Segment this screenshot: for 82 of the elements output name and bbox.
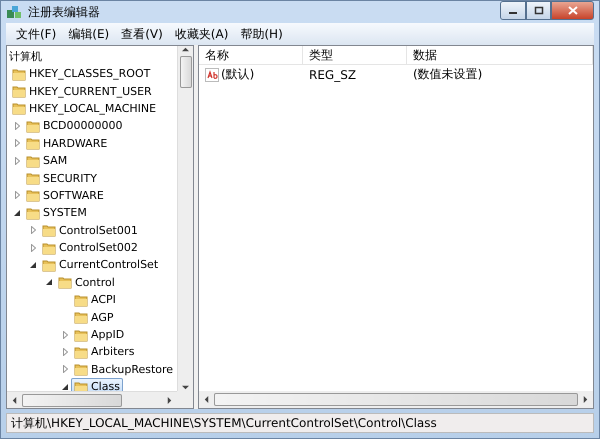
- scroll-thumb[interactable]: [180, 56, 192, 88]
- folder-icon: [26, 118, 40, 133]
- horizontal-scrollbar[interactable]: [7, 391, 177, 408]
- table-cell-text: (数值未设置): [412, 66, 484, 83]
- tree-item[interactable]: HKEY_CURRENT_USER: [9, 82, 155, 100]
- tree-item[interactable]: BackupRestore: [71, 360, 176, 378]
- folder-icon: [26, 206, 40, 220]
- tree-item[interactable]: HARDWARE: [23, 134, 110, 152]
- expand-arrow-icon[interactable]: [62, 330, 68, 339]
- expand-arrow-icon[interactable]: [14, 191, 20, 200]
- folder-icon: [74, 292, 88, 307]
- horizontal-scrollbar[interactable]: [199, 391, 593, 408]
- vertical-scrollbar[interactable]: [177, 46, 193, 391]
- string-value-icon: [205, 68, 219, 82]
- folder-icon: [74, 310, 88, 324]
- folder-icon: [74, 344, 88, 359]
- tree-item[interactable]: Arbiters: [71, 343, 138, 360]
- folder-icon: [42, 258, 56, 272]
- collapse-arrow-icon[interactable]: [62, 384, 68, 390]
- tree-item[interactable]: SECURITY: [23, 170, 100, 187]
- expand-arrow-icon[interactable]: [62, 348, 68, 356]
- window-title: 注册表编辑器: [28, 4, 101, 20]
- tree-root-label[interactable]: 计算机: [7, 48, 177, 65]
- scroll-thumb[interactable]: [22, 394, 122, 406]
- collapse-arrow-icon[interactable]: [14, 210, 20, 216]
- collapse-arrow-icon[interactable]: [30, 262, 36, 268]
- folder-icon: [58, 275, 72, 290]
- table-cell-text: REG_SZ: [308, 68, 358, 82]
- expand-arrow-icon[interactable]: [62, 365, 68, 374]
- column-header[interactable]: 名称: [199, 46, 303, 64]
- scroll-left-icon[interactable]: [11, 396, 18, 404]
- tree-item[interactable]: SYSTEM: [23, 204, 90, 222]
- scroll-thumb[interactable]: [214, 393, 578, 406]
- expand-arrow-icon[interactable]: [14, 122, 20, 130]
- folder-icon: [12, 84, 26, 98]
- maximize-button[interactable]: [526, 1, 551, 20]
- tree-item[interactable]: Control: [55, 274, 118, 291]
- status-bar: 计算机\HKEY_LOCAL_MACHINE\SYSTEM\CurrentControlSet\Control\Class: [6, 413, 594, 433]
- tree-item[interactable]: HKEY_LOCAL_MACHINE: [9, 100, 160, 117]
- menu-item[interactable]: 文件(F): [10, 26, 62, 42]
- collapse-arrow-icon[interactable]: [46, 279, 52, 286]
- minimize-button[interactable]: [500, 1, 526, 20]
- menu-item[interactable]: 查看(V): [115, 26, 169, 42]
- folder-icon: [26, 171, 40, 186]
- close-icon: [568, 6, 578, 15]
- folder-icon: [74, 380, 88, 391]
- menu-item[interactable]: 编辑(E): [62, 26, 116, 42]
- folder-icon: [26, 136, 40, 150]
- folder-icon: [26, 188, 40, 202]
- table-cell: (默认): [221, 66, 254, 83]
- folder-icon: [42, 223, 56, 238]
- folder-icon: [12, 66, 26, 81]
- scroll-right-icon[interactable]: [166, 396, 173, 404]
- tree-item[interactable]: BCD00000000: [23, 117, 126, 134]
- folder-icon: [26, 154, 40, 168]
- expand-arrow-icon[interactable]: [30, 226, 36, 234]
- close-button[interactable]: [551, 1, 594, 20]
- tree-item[interactable]: SAM: [23, 152, 70, 170]
- folder-icon: [74, 328, 88, 342]
- folder-icon: [74, 362, 88, 376]
- menu-item[interactable]: 帮助(H): [234, 26, 289, 42]
- expand-arrow-icon[interactable]: [14, 139, 20, 148]
- scroll-left-icon[interactable]: [203, 396, 210, 403]
- registry-app-icon: [6, 4, 22, 20]
- expand-arrow-icon[interactable]: [14, 156, 20, 165]
- column-header[interactable]: 类型: [303, 46, 407, 64]
- menu-item[interactable]: 收藏夹(A): [168, 26, 234, 42]
- maximize-icon: [534, 6, 544, 15]
- scroll-right-icon[interactable]: [582, 396, 589, 403]
- expand-arrow-icon[interactable]: [30, 244, 36, 252]
- tree-item[interactable]: CurrentControlSet: [39, 256, 162, 274]
- tree-item[interactable]: ControlSet002: [39, 239, 141, 256]
- tree-item[interactable]: ControlSet001: [39, 222, 141, 239]
- tree-item[interactable]: AppID: [71, 326, 128, 344]
- column-header[interactable]: 数据: [407, 46, 593, 64]
- tree-item[interactable]: HKEY_CLASSES_ROOT: [9, 65, 154, 82]
- tree-item[interactable]: AGP: [71, 308, 116, 326]
- folder-icon: [12, 101, 26, 116]
- tree-item[interactable]: ACPI: [71, 291, 119, 308]
- tree-item[interactable]: SOFTWARE: [23, 186, 107, 204]
- folder-icon: [42, 240, 56, 255]
- tree-item[interactable]: Class: [71, 378, 123, 391]
